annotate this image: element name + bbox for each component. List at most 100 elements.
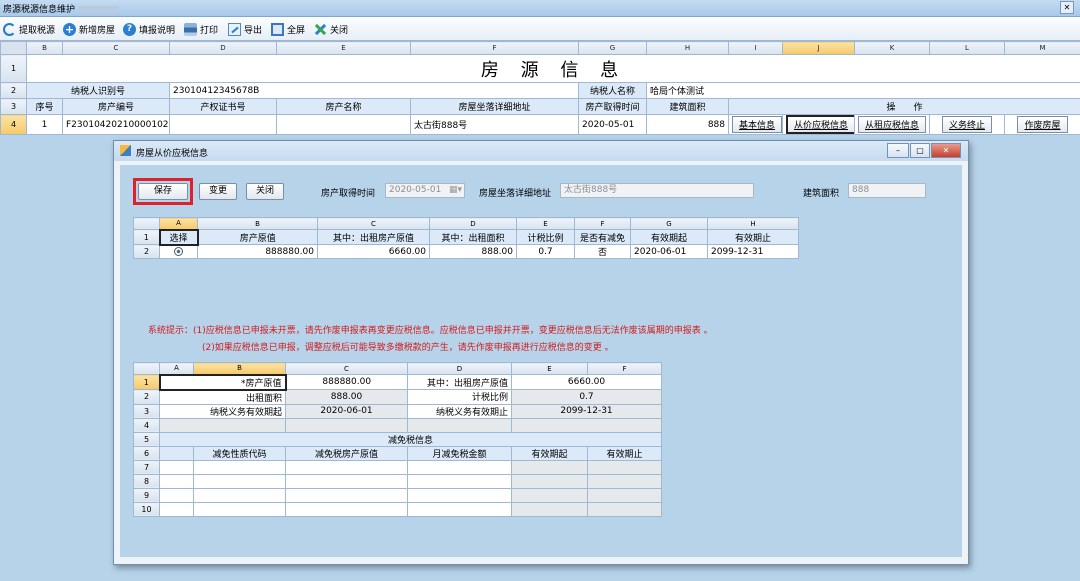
relief-cell[interactable] bbox=[587, 501, 662, 517]
obligation-start-cell[interactable]: 2020-06-01 bbox=[285, 403, 408, 419]
relief-cell[interactable] bbox=[159, 487, 194, 503]
empty-cell bbox=[511, 417, 662, 433]
row-number: 9 bbox=[133, 487, 160, 503]
cell-property-no[interactable]: F23010420210000102 bbox=[62, 114, 170, 135]
header-relief-from: 有效期起 bbox=[511, 445, 588, 461]
fullscreen-icon bbox=[271, 22, 284, 36]
area-field[interactable]: 888 bbox=[848, 183, 926, 198]
property-sheet: B C D E F G H I J K L M 1 房 源 信 息 2 纳税人识… bbox=[0, 41, 1080, 135]
corner-cell bbox=[0, 41, 27, 55]
cell-property-name[interactable] bbox=[276, 114, 411, 135]
help-icon: ? bbox=[123, 22, 136, 36]
fetch-tax-source-button[interactable]: 提取税源 bbox=[3, 21, 55, 37]
header-valid-to: 有效期止 bbox=[707, 229, 799, 245]
acquired-time-field[interactable]: 2020-05-01 ▦▾ bbox=[385, 183, 465, 198]
relief-cell[interactable] bbox=[159, 501, 194, 517]
tax-ratio-cell[interactable]: 0.7 bbox=[511, 389, 662, 405]
obligation-end-cell[interactable]: 2099-12-31 bbox=[511, 403, 662, 419]
column-header: I bbox=[728, 41, 783, 55]
cell-address[interactable]: 太古街888号 bbox=[410, 114, 579, 135]
relief-cell[interactable] bbox=[587, 459, 662, 475]
relief-cell[interactable] bbox=[407, 459, 512, 475]
cell-acquired-date[interactable]: 2020-05-01 bbox=[578, 114, 647, 135]
maximize-icon[interactable]: ▢ bbox=[910, 143, 930, 158]
header-rented-area: 其中：出租面积 bbox=[429, 229, 517, 245]
relief-cell[interactable] bbox=[193, 487, 286, 503]
cell-action-void: 作废房屋 bbox=[1004, 114, 1080, 135]
cell-tax-ratio[interactable]: 0.7 bbox=[516, 244, 575, 259]
header-has-relief: 是否有减免 bbox=[574, 229, 631, 245]
rented-area-cell[interactable]: 888.00 bbox=[285, 389, 408, 405]
rented-value-cell[interactable]: 6660.00 bbox=[511, 374, 662, 390]
select-radio-cell[interactable] bbox=[159, 244, 198, 259]
cell-area[interactable]: 888 bbox=[646, 114, 729, 135]
relief-cell[interactable] bbox=[193, 473, 286, 489]
relief-cell[interactable] bbox=[285, 501, 408, 517]
column-header: F bbox=[410, 41, 579, 55]
cell-valid-to[interactable]: 2099-12-31 bbox=[707, 244, 799, 259]
grid-corner bbox=[133, 217, 160, 230]
relief-cell[interactable] bbox=[587, 487, 662, 503]
relief-row: 7 bbox=[133, 459, 662, 475]
relief-cell[interactable] bbox=[193, 459, 286, 475]
save-button[interactable]: 保存 bbox=[138, 183, 188, 200]
dialog-close-button[interactable]: 关闭 bbox=[246, 183, 284, 200]
print-button[interactable]: 打印 bbox=[184, 21, 218, 37]
relief-cell[interactable] bbox=[511, 487, 588, 503]
relief-cell[interactable] bbox=[511, 459, 588, 475]
relief-cell[interactable] bbox=[407, 473, 512, 489]
terminate-obligation-button[interactable]: 义务终止 bbox=[941, 116, 992, 133]
value-tax-detail-grid: A B C D E F 1 *房产原值 888880.00 其中：出租房产原值 … bbox=[133, 362, 662, 517]
sheet-title: 房 源 信 息 bbox=[26, 54, 1080, 83]
cell-rented-area[interactable]: 888.00 bbox=[429, 244, 517, 259]
fullscreen-button[interactable]: 全屏 bbox=[271, 21, 305, 37]
row-number: 2 bbox=[133, 244, 160, 259]
change-button[interactable]: 变更 bbox=[199, 183, 237, 200]
relief-row: 9 bbox=[133, 487, 662, 503]
relief-cell[interactable] bbox=[511, 501, 588, 517]
relief-cell[interactable] bbox=[193, 501, 286, 517]
relief-cell[interactable] bbox=[159, 473, 194, 489]
add-property-button[interactable]: + 新增房屋 bbox=[63, 21, 115, 37]
taxpayer-name-value[interactable]: 哈局个体测试 bbox=[646, 82, 1080, 99]
cell-rented-value[interactable]: 6660.00 bbox=[317, 244, 430, 259]
relief-cell[interactable] bbox=[407, 487, 512, 503]
relief-cell[interactable] bbox=[285, 473, 408, 489]
value-tax-info-button[interactable]: 从价应税信息 bbox=[786, 115, 854, 134]
relief-cell[interactable] bbox=[285, 487, 408, 503]
cell-has-relief[interactable]: 否 bbox=[574, 244, 631, 259]
relief-cell[interactable] bbox=[285, 459, 408, 475]
relief-cell[interactable] bbox=[159, 459, 194, 475]
fill-instructions-button[interactable]: ? 填报说明 bbox=[123, 21, 175, 37]
window-close-button[interactable]: ✕ bbox=[1060, 1, 1074, 14]
original-value-cell[interactable]: 888880.00 bbox=[285, 374, 408, 390]
cell-seq[interactable]: 1 bbox=[26, 114, 63, 135]
cell-certificate-no[interactable] bbox=[169, 114, 277, 135]
close-button[interactable]: 关闭 bbox=[314, 21, 348, 37]
taxpayer-id-value[interactable]: 23010412345678B bbox=[169, 82, 579, 99]
void-property-button[interactable]: 作废房屋 bbox=[1017, 116, 1068, 133]
header-relief-original-value: 减免税房产原值 bbox=[285, 445, 408, 461]
cell-original-value[interactable]: 888880.00 bbox=[197, 244, 318, 259]
radio-button[interactable] bbox=[174, 246, 183, 256]
address-field[interactable]: 太古街888号 bbox=[560, 183, 754, 198]
relief-cell[interactable] bbox=[407, 501, 512, 517]
taxpayer-row: 2 纳税人识别号 23010412345678B 纳税人名称 哈局个体测试 bbox=[0, 82, 1080, 99]
cell-valid-from[interactable]: 2020-06-01 bbox=[630, 244, 708, 259]
header-select: 选择 bbox=[158, 228, 199, 246]
close-icon[interactable]: ✕ bbox=[931, 143, 961, 158]
minimize-icon[interactable]: – bbox=[887, 143, 909, 158]
rent-tax-info-button[interactable]: 从租应税信息 bbox=[858, 116, 927, 133]
relief-cell[interactable] bbox=[511, 473, 588, 489]
relief-title: 减免税信息 bbox=[159, 431, 662, 447]
column-header: L bbox=[929, 41, 1005, 55]
export-button[interactable]: 导出 bbox=[228, 21, 262, 37]
grid-column-header: D bbox=[407, 362, 512, 375]
relief-row: 8 bbox=[133, 473, 662, 489]
relief-cell[interactable] bbox=[587, 473, 662, 489]
calendar-icon[interactable]: ▦▾ bbox=[449, 184, 462, 197]
basic-info-button[interactable]: 基本信息 bbox=[732, 116, 782, 133]
grid-column-header: G bbox=[630, 217, 708, 230]
acquired-time-label: 房产取得时间 bbox=[321, 189, 376, 199]
column-header: H bbox=[646, 41, 729, 55]
